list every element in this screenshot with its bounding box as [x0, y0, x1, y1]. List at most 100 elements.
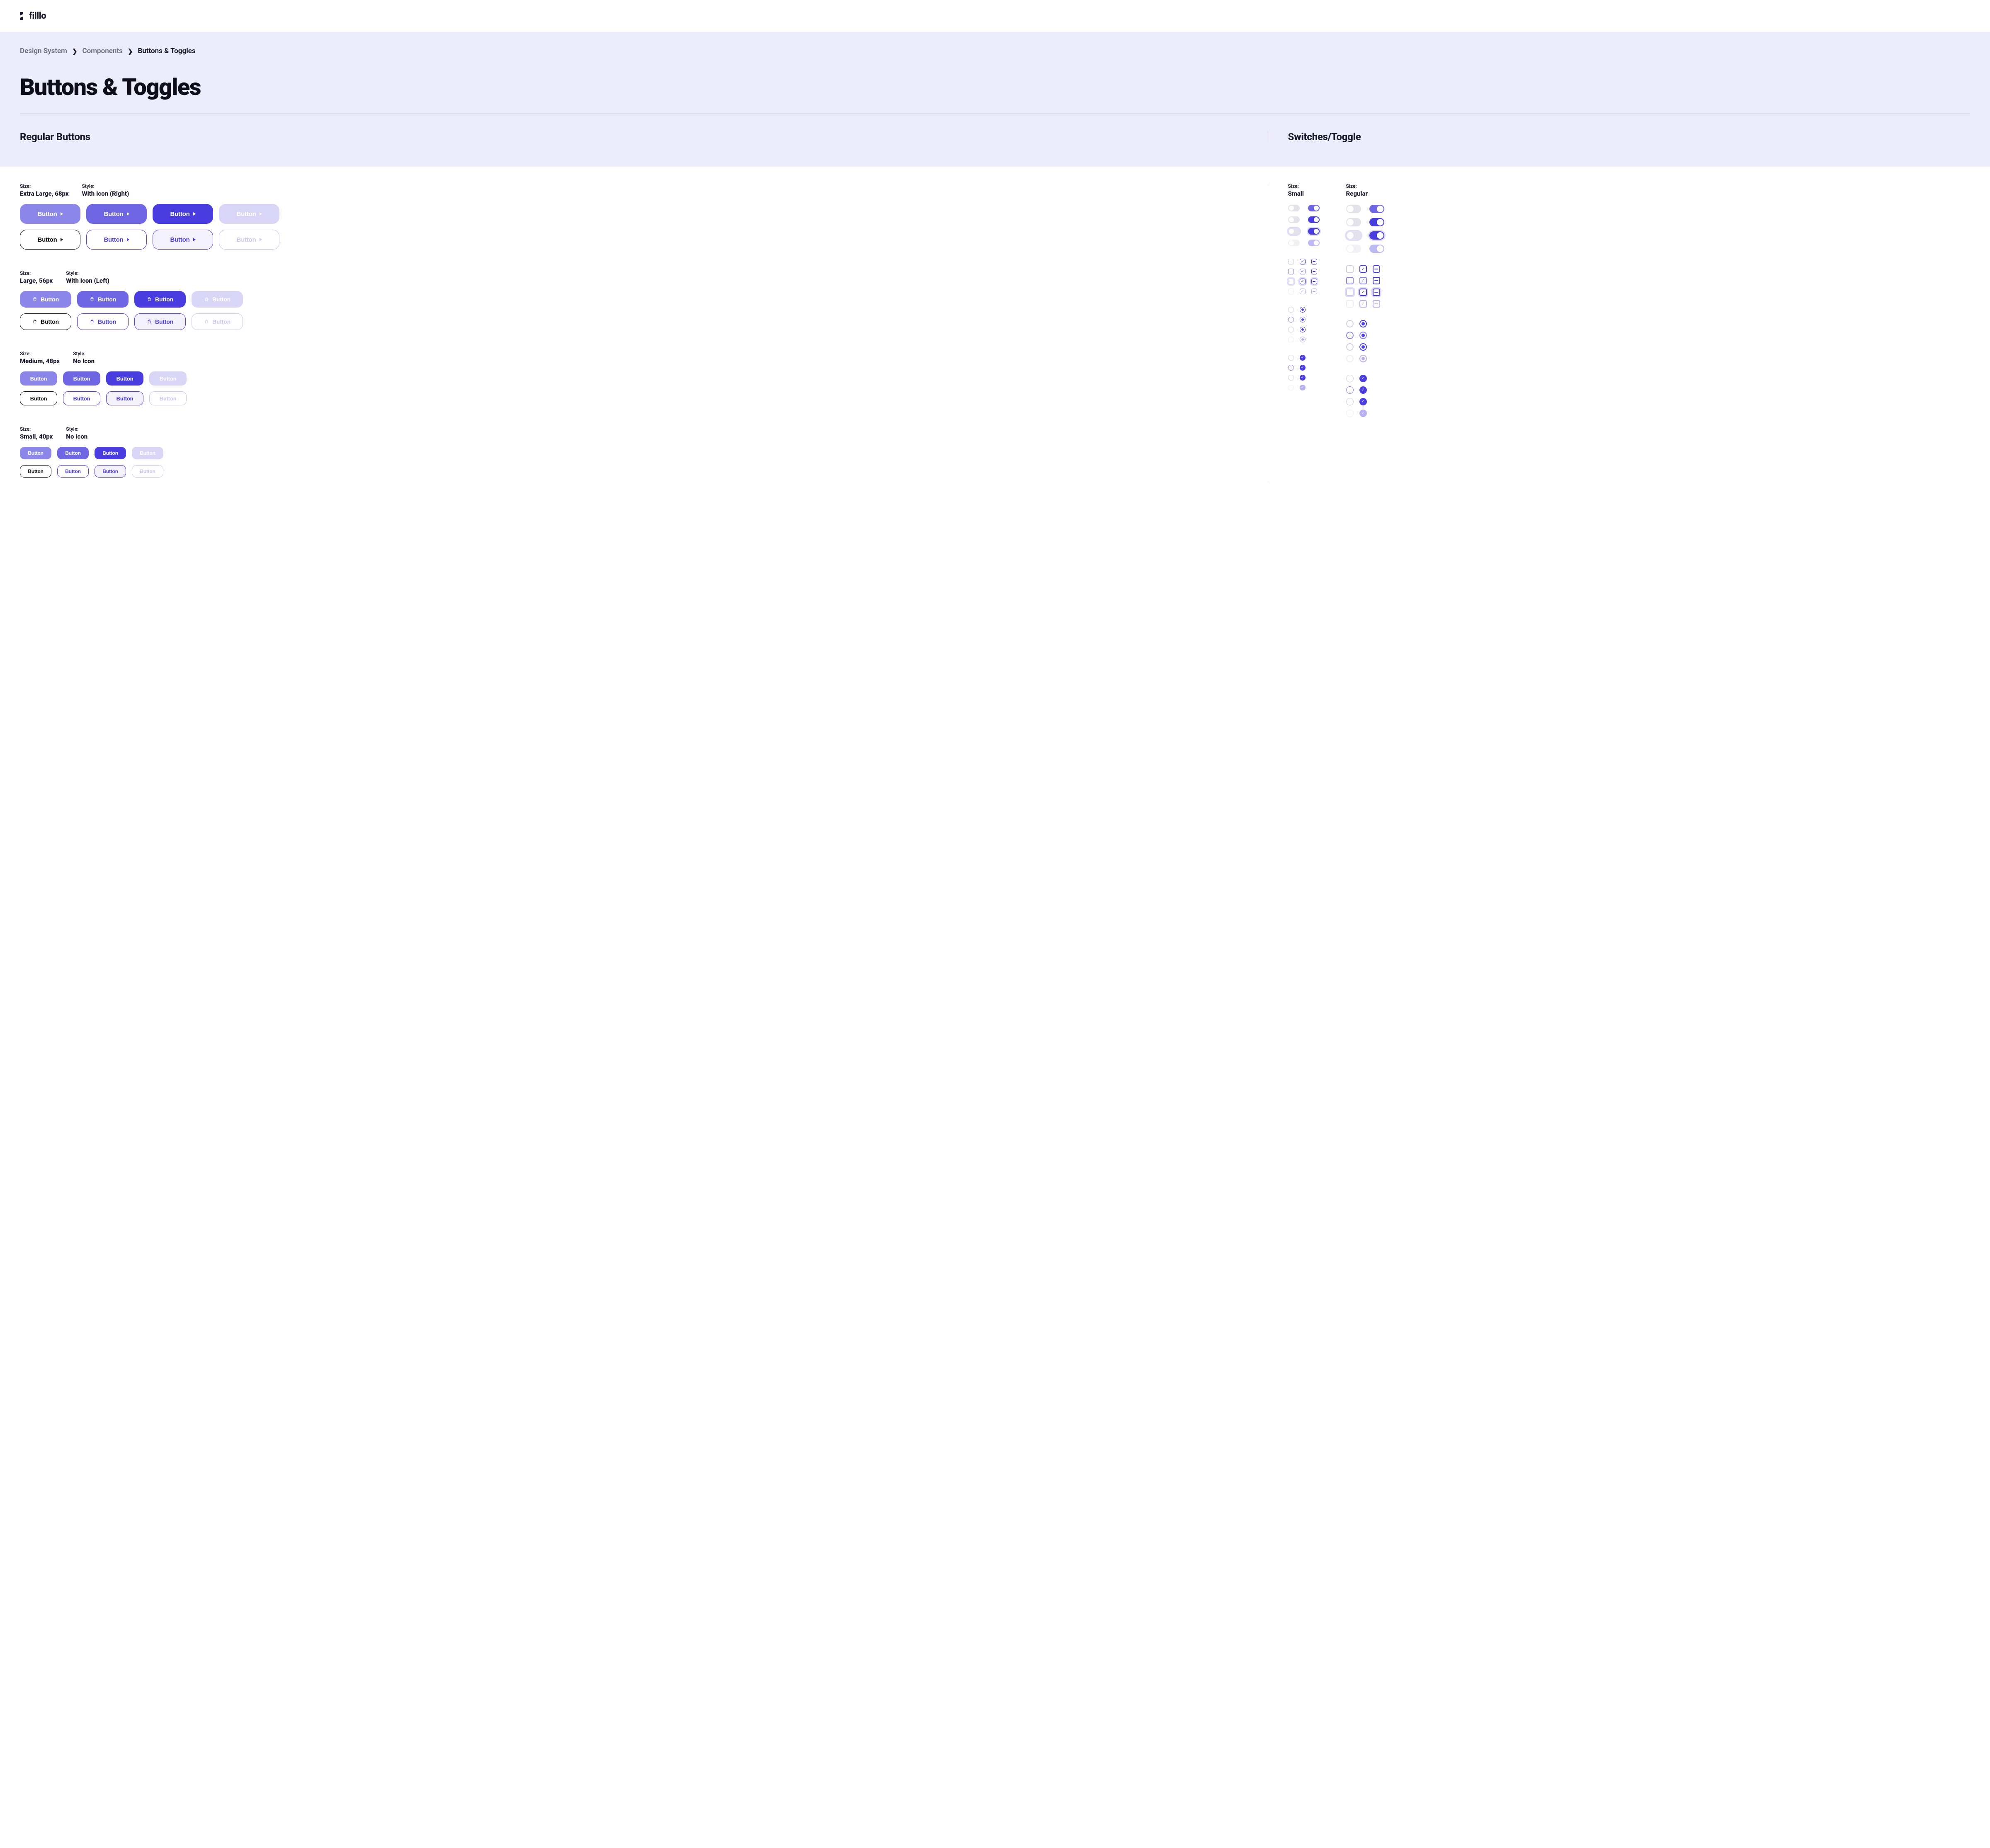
round-checkbox[interactable]: ✓ — [1300, 375, 1306, 381]
button-lg-filled-mid[interactable]: Button — [77, 291, 129, 308]
button-label: Button — [104, 236, 123, 243]
button-xl-outline-fill[interactable]: Button — [153, 230, 213, 250]
radio[interactable] — [1346, 332, 1354, 339]
button-lg-filled-light[interactable]: Button — [20, 291, 71, 308]
checkbox[interactable] — [1311, 269, 1317, 274]
button-xl-filled-mid[interactable]: Button — [86, 204, 147, 224]
button-md-filled-pale[interactable]: Button — [149, 371, 187, 386]
caret-right-icon — [193, 238, 196, 241]
button-lg-outline-disabled[interactable]: Button — [192, 313, 243, 330]
round-checkbox[interactable] — [1346, 398, 1354, 405]
button-lg-filled-dark[interactable]: Button — [134, 291, 186, 308]
round-checkbox[interactable] — [1288, 365, 1294, 371]
button-md-outline-black[interactable]: Button — [20, 391, 57, 405]
button-label: Button — [170, 236, 189, 243]
page-title: Buttons & Toggles — [20, 73, 1970, 101]
checkbox: ✓ — [1359, 300, 1367, 308]
button-md-outline-purple[interactable]: Button — [63, 391, 100, 405]
checkbox[interactable] — [1373, 265, 1380, 273]
checkbox[interactable]: ✓ — [1359, 277, 1367, 284]
breadcrumb-link[interactable]: Design System — [20, 47, 67, 55]
button-sm-outline-black[interactable]: Button — [20, 465, 51, 478]
checkbox[interactable]: ✓ — [1300, 259, 1306, 264]
switch[interactable] — [1346, 218, 1361, 226]
button-xl-outline-black[interactable]: Button — [20, 230, 80, 250]
switch[interactable] — [1346, 205, 1361, 213]
checkbox[interactable] — [1346, 277, 1354, 284]
button-sm-filled-light[interactable]: Button — [20, 447, 51, 459]
button-label: Button — [98, 296, 116, 303]
switch[interactable] — [1369, 231, 1384, 240]
button-lg-outline-purple[interactable]: Button — [77, 313, 129, 330]
button-md-outline-disabled[interactable]: Button — [149, 391, 187, 405]
button-xl-filled-pale[interactable]: Button — [219, 204, 279, 224]
button-sm-outline-disabled[interactable]: Button — [132, 465, 163, 478]
radio[interactable] — [1346, 343, 1354, 351]
button-md-filled-light[interactable]: Button — [20, 371, 57, 386]
round-checkbox[interactable]: ✓ — [1300, 365, 1306, 371]
radio[interactable] — [1300, 317, 1306, 323]
round-checkbox[interactable] — [1346, 375, 1354, 382]
switch[interactable] — [1308, 205, 1320, 211]
breadcrumb-link[interactable]: Components — [83, 47, 123, 55]
button-sm-outline-fill[interactable]: Button — [95, 465, 126, 478]
radio[interactable] — [1300, 307, 1306, 313]
checkbox[interactable]: ✓ — [1359, 289, 1367, 296]
radio[interactable] — [1359, 343, 1367, 351]
button-lg-outline-black[interactable]: Button — [20, 313, 71, 330]
round-checkbox[interactable] — [1346, 386, 1354, 394]
button-xl-outline-purple[interactable]: Button — [86, 230, 147, 250]
checkbox[interactable] — [1288, 279, 1294, 284]
round-checkbox[interactable]: ✓ — [1359, 398, 1367, 405]
button-sm-outline-purple[interactable]: Button — [57, 465, 89, 478]
switch[interactable] — [1369, 205, 1384, 213]
radio[interactable] — [1359, 320, 1367, 327]
button-md-outline-fill[interactable]: Button — [106, 391, 143, 405]
radio[interactable] — [1346, 320, 1354, 327]
button-sm-filled-pale[interactable]: Button — [132, 447, 163, 459]
round-checkbox[interactable] — [1288, 375, 1294, 381]
round-checkbox[interactable]: ✓ — [1300, 355, 1306, 361]
button-xl-filled-light[interactable]: Button — [20, 204, 80, 224]
button-label: Button — [155, 318, 173, 325]
radio[interactable] — [1288, 317, 1294, 323]
radio[interactable] — [1288, 327, 1294, 332]
round-checkbox[interactable]: ✓ — [1359, 386, 1367, 394]
button-sm-filled-dark[interactable]: Button — [95, 447, 126, 459]
button-xl-filled-dark[interactable]: Button — [153, 204, 213, 224]
switch[interactable] — [1369, 218, 1384, 226]
radio[interactable] — [1359, 332, 1367, 339]
switch[interactable] — [1288, 216, 1300, 223]
switch[interactable] — [1308, 216, 1320, 223]
button-xl-outline-disabled[interactable]: Button — [219, 230, 279, 250]
checkbox[interactable]: ✓ — [1300, 269, 1306, 274]
size-value: Large, 56px — [20, 277, 53, 284]
radio — [1359, 355, 1367, 362]
style-value: With Icon (Right) — [82, 190, 129, 197]
checkbox[interactable] — [1311, 259, 1317, 264]
switch[interactable] — [1308, 228, 1320, 235]
switch[interactable] — [1288, 228, 1300, 235]
switch[interactable] — [1346, 231, 1361, 240]
switch[interactable] — [1288, 205, 1300, 211]
checkbox[interactable] — [1373, 289, 1380, 296]
round-checkbox[interactable] — [1288, 355, 1294, 361]
radio[interactable] — [1288, 307, 1294, 313]
button-sm-filled-mid[interactable]: Button — [57, 447, 89, 459]
button-lg-outline-fill[interactable]: Button — [134, 313, 186, 330]
checkbox[interactable] — [1346, 265, 1354, 273]
checkbox[interactable]: ✓ — [1300, 279, 1306, 284]
round-checkbox[interactable]: ✓ — [1359, 375, 1367, 382]
checkbox[interactable] — [1288, 269, 1294, 274]
button-md-filled-dark[interactable]: Button — [106, 371, 143, 386]
checkbox[interactable] — [1311, 279, 1317, 284]
checkbox[interactable]: ✓ — [1359, 265, 1367, 273]
checkbox[interactable] — [1288, 259, 1294, 264]
button-label: Button — [212, 318, 231, 325]
caret-right-icon — [61, 212, 63, 216]
checkbox[interactable] — [1373, 277, 1380, 284]
button-lg-filled-pale[interactable]: Button — [192, 291, 243, 308]
checkbox[interactable] — [1346, 289, 1354, 296]
radio[interactable] — [1300, 327, 1306, 332]
button-md-filled-mid[interactable]: Button — [63, 371, 100, 386]
